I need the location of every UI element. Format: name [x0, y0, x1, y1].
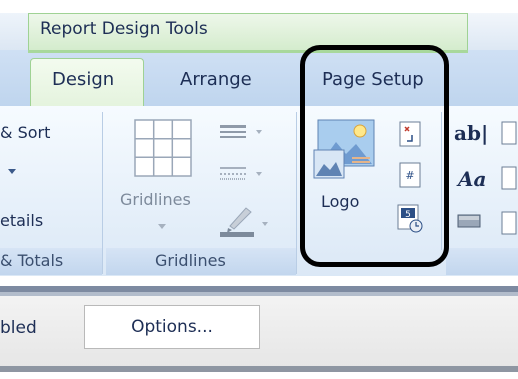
grouping-group-label: & Totals [0, 251, 64, 270]
gridlines-button-label[interactable]: Gridlines [120, 190, 191, 209]
gridlines-group-label: Gridlines [155, 251, 226, 270]
chevron-down-icon[interactable] [158, 224, 166, 229]
text-box-icon[interactable]: ab| [454, 121, 488, 145]
controls-group-footer [446, 248, 518, 275]
message-bar-text: bled [0, 318, 37, 338]
more-controls-icon[interactable] [500, 120, 518, 238]
group-separator [296, 112, 297, 274]
tab-design-label[interactable]: Design [52, 69, 114, 90]
title-bar-left [0, 13, 28, 50]
label-icon[interactable]: Aa [458, 167, 486, 191]
title-bar-right [468, 13, 518, 50]
line-color-icon[interactable] [218, 202, 274, 240]
button-control-icon[interactable] [456, 212, 482, 230]
line-width-icon[interactable] [218, 122, 270, 142]
gridlines-icon[interactable] [134, 119, 192, 177]
group-separator [102, 112, 103, 274]
contextual-tab-title: Report Design Tools [40, 19, 208, 39]
tab-arrange[interactable]: Arrange [180, 69, 252, 90]
line-style-icon[interactable] [218, 164, 270, 184]
access-ribbon-screenshot: Report Design Tools Design Arrange Page … [0, 0, 518, 379]
dropdown-arrow-icon[interactable] [8, 169, 16, 174]
options-button[interactable]: Options... [84, 305, 260, 349]
top-strip [0, 0, 518, 13]
group-sort-button[interactable]: & Sort [0, 123, 50, 142]
hide-details-button[interactable]: etails [0, 211, 43, 230]
divider [0, 366, 518, 372]
highlight-frame [300, 45, 449, 267]
